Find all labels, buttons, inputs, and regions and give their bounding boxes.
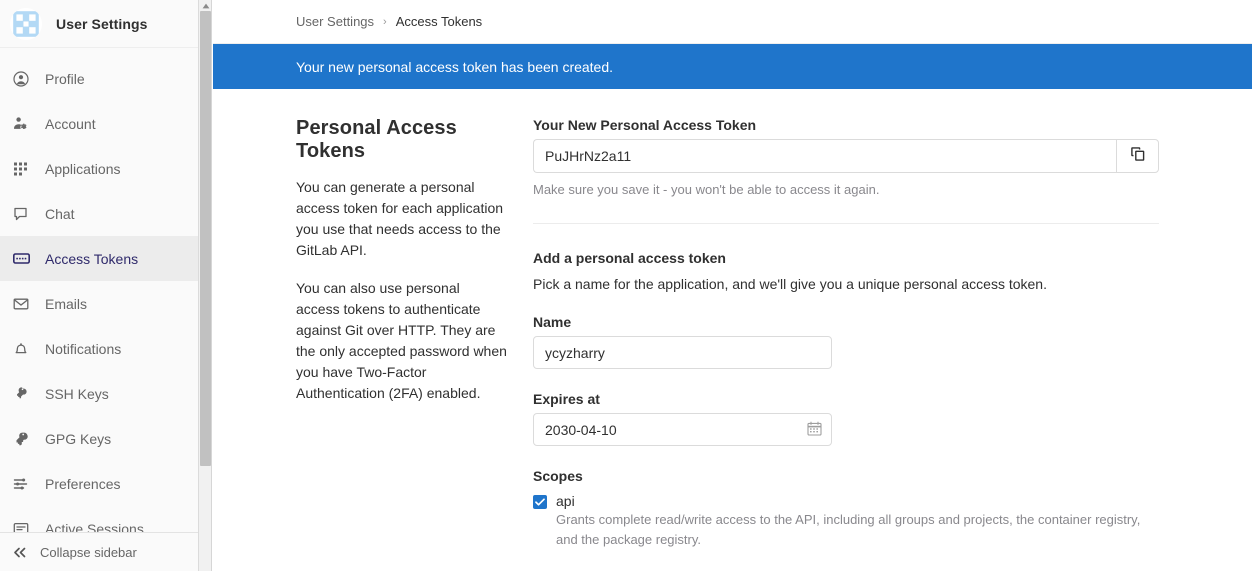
scope-row: api (533, 493, 1252, 509)
main-content: User Settings › Access Tokens Your new p… (213, 0, 1252, 571)
sidebar-item-label: Notifications (45, 341, 121, 357)
sidebar-item-label: Account (45, 116, 96, 132)
new-token-label: Your New Personal Access Token (533, 117, 1252, 133)
copy-to-clipboard-icon (1130, 146, 1146, 167)
new-token-row: PuJHrNz2a11 (533, 139, 1159, 173)
account-gear-icon (11, 114, 31, 134)
expires-at-label: Expires at (533, 391, 1252, 407)
sidebar-item-notifications[interactable]: Notifications (0, 326, 198, 371)
key-icon (11, 429, 31, 449)
breadcrumb-current[interactable]: Access Tokens (396, 14, 482, 29)
envelope-icon (11, 294, 31, 314)
sidebar-item-label: Access Tokens (45, 251, 138, 267)
sidebar-item-profile[interactable]: Profile (0, 56, 198, 101)
chat-bubble-icon (11, 204, 31, 224)
expires-field-group: Expires at 2030-04-10 (533, 391, 1252, 446)
sidebar-item-label: GPG Keys (45, 431, 111, 447)
sidebar-title: User Settings (56, 16, 148, 32)
scopes-group: Scopes api Grants complete read/write ac… (533, 468, 1252, 550)
applications-grid-icon (11, 159, 31, 179)
sidebar-item-label: Chat (45, 206, 75, 222)
scrollbar-thumb[interactable] (200, 11, 211, 466)
gitlab-user-settings-page: User Settings Profile (0, 0, 1252, 571)
scope-description-api: Grants complete read/write access to the… (556, 510, 1156, 550)
sidebar-item-access-tokens[interactable]: Access Tokens (0, 236, 198, 281)
token-card-icon (11, 249, 31, 269)
sidebar-item-applications[interactable]: Applications (0, 146, 198, 191)
new-token-hint: Make sure you save it - you won't be abl… (533, 182, 1252, 197)
scopes-label: Scopes (533, 468, 1252, 484)
add-token-description: Pick a name for the application, and we'… (533, 276, 1252, 292)
success-alert: Your new personal access token has been … (213, 44, 1252, 89)
sidebar-item-preferences[interactable]: Preferences (0, 461, 198, 506)
expires-at-value: 2030-04-10 (545, 422, 617, 438)
breadcrumb-parent[interactable]: User Settings (296, 14, 374, 29)
sidebar-item-emails[interactable]: Emails (0, 281, 198, 326)
sidebar-nav: Profile Account (0, 48, 198, 551)
sidebar-item-gpg-keys[interactable]: GPG Keys (0, 416, 198, 461)
sidebar-item-label: Applications (45, 161, 121, 177)
name-input[interactable]: ycyzharry (533, 336, 832, 369)
sidebar-item-chat[interactable]: Chat (0, 191, 198, 236)
breadcrumb-separator-icon: › (383, 16, 387, 28)
sidebar-item-ssh-keys[interactable]: SSH Keys (0, 371, 198, 416)
identicon-avatar-svg (10, 8, 42, 40)
bell-icon (11, 339, 31, 359)
intro-paragraph-1: You can generate a personal access token… (296, 177, 507, 261)
token-redaction-overlay (632, 149, 684, 164)
user-circle-icon (11, 69, 31, 89)
success-alert-message: Your new personal access token has been … (296, 59, 613, 75)
intro-paragraph-2: You can also use personal access tokens … (296, 278, 507, 404)
new-token-input[interactable]: PuJHrNz2a11 (533, 139, 1116, 173)
sidebar-item-label: Profile (45, 71, 85, 87)
sidebar-item-label: Emails (45, 296, 87, 312)
content-area: Personal Access Tokens You can generate … (213, 89, 1252, 550)
scrollbar-up-arrow-icon[interactable] (199, 1, 212, 10)
sidebar-scrollbar[interactable] (199, 0, 212, 571)
scope-checkbox-api[interactable] (533, 495, 547, 509)
section-divider (533, 223, 1159, 224)
collapse-sidebar-label: Collapse sidebar (40, 545, 137, 560)
add-token-heading: Add a personal access token (533, 250, 1252, 266)
form-column: Your New Personal Access Token PuJHrNz2a… (533, 117, 1252, 550)
name-field-group: Name ycyzharry (533, 314, 1252, 369)
scope-name-api: api (556, 493, 575, 509)
copy-token-button[interactable] (1116, 139, 1159, 173)
name-label: Name (533, 314, 1252, 330)
intro-column: Personal Access Tokens You can generate … (213, 117, 533, 550)
breadcrumb: User Settings › Access Tokens (213, 0, 1252, 44)
identicon-avatar (10, 8, 42, 40)
sidebar-header[interactable]: User Settings (0, 0, 198, 48)
new-token-value: PuJHrNz2a11 (545, 148, 631, 164)
expires-at-input[interactable]: 2030-04-10 (533, 413, 832, 446)
page-title: Personal Access Tokens (296, 117, 507, 163)
double-chevron-left-icon (12, 546, 27, 559)
sidebar: User Settings Profile (0, 0, 199, 571)
name-input-value: ycyzharry (545, 345, 605, 361)
sidebar-item-account[interactable]: Account (0, 101, 198, 146)
sidebar-item-label: SSH Keys (45, 386, 109, 402)
collapse-sidebar-button[interactable]: Collapse sidebar (0, 532, 199, 571)
sidebar-item-label: Preferences (45, 476, 120, 492)
key-icon (11, 384, 31, 404)
sliders-icon (11, 474, 31, 494)
